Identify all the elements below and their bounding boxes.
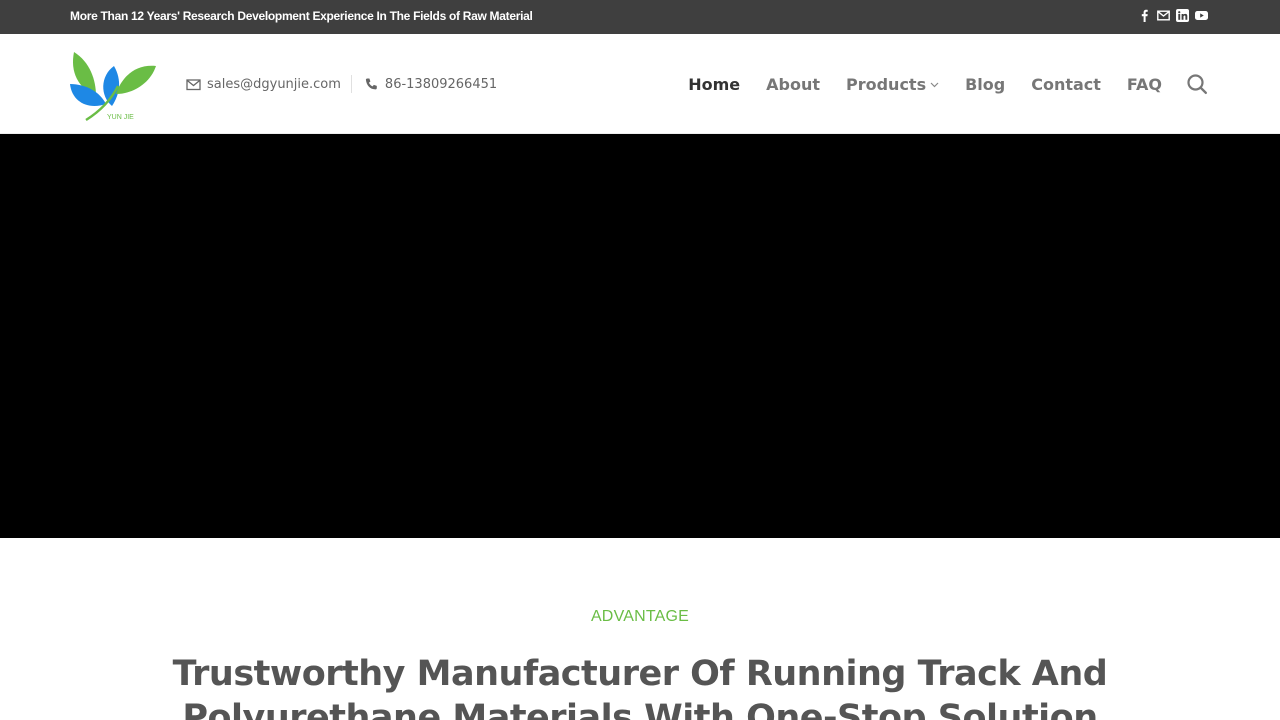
- hero-video[interactable]: [0, 134, 1280, 538]
- nav-about[interactable]: About: [766, 75, 820, 94]
- header-contact: sales@dgyunjie.com 86-13809266451: [186, 75, 497, 93]
- site-header: YUN JIE sales@dgyunjie.com 86-1380926645…: [0, 34, 1280, 134]
- top-bar-tagline: More Than 12 Years' Research Development…: [70, 9, 533, 23]
- social-links: [1138, 9, 1208, 22]
- envelope-icon: [186, 78, 201, 90]
- nav-contact[interactable]: Contact: [1031, 75, 1101, 94]
- section-title: Trustworthy Manufacturer Of Running Trac…: [172, 654, 1108, 720]
- nav-faq[interactable]: FAQ: [1127, 75, 1162, 94]
- search-icon[interactable]: [1186, 73, 1208, 95]
- facebook-icon[interactable]: [1138, 9, 1151, 22]
- email-link[interactable]: sales@dgyunjie.com: [186, 77, 341, 92]
- logo-text: YUN JIE: [107, 114, 134, 121]
- youtube-icon[interactable]: [1195, 9, 1208, 22]
- contact-divider: [350, 75, 352, 93]
- nav-blog[interactable]: Blog: [965, 75, 1005, 94]
- linkedin-icon[interactable]: [1176, 9, 1189, 22]
- phone-link[interactable]: 86-13809266451: [364, 77, 497, 92]
- section-eyebrow: ADVANTAGE: [590, 608, 690, 625]
- email-text: sales@dgyunjie.com: [207, 76, 341, 92]
- site-logo[interactable]: YUN JIE: [66, 46, 158, 124]
- chevron-down-icon: [930, 80, 939, 89]
- nav-home[interactable]: Home: [688, 75, 740, 94]
- main-nav: Home About Products Blog Contact FAQ: [662, 72, 1208, 96]
- nav-products[interactable]: Products: [846, 75, 939, 94]
- top-bar: More Than 12 Years' Research Development…: [0, 0, 1280, 34]
- email-icon[interactable]: [1157, 9, 1170, 22]
- phone-text: 86-13809266451: [384, 76, 498, 92]
- phone-icon: [365, 78, 377, 89]
